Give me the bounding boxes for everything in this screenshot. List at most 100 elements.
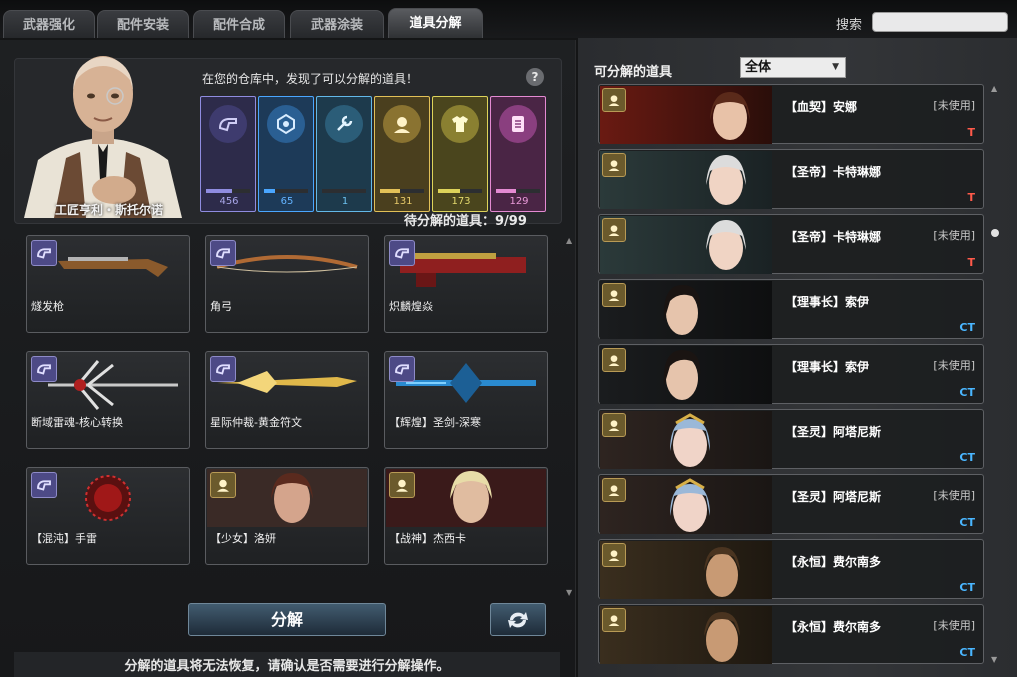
row-team: T (967, 191, 975, 204)
person-icon (602, 88, 626, 112)
stat-bar (206, 189, 250, 193)
document-icon (499, 105, 537, 143)
row-name: 【血契】安娜 (785, 100, 858, 114)
pending-item[interactable]: 燧发枪 (26, 235, 190, 333)
pending-item[interactable]: 角弓 (205, 235, 369, 333)
person-icon (602, 543, 626, 567)
row-name: 【永恒】费尔南多 (785, 620, 882, 634)
decomposable-row[interactable]: 【理事长】索伊 [未使用] CT (598, 344, 984, 404)
tab-item-decompose[interactable]: 道具分解 (388, 8, 483, 38)
row-team: T (967, 256, 975, 269)
row-status: [未使用] (933, 619, 975, 632)
decomposable-row[interactable]: 【理事长】索伊 CT (598, 279, 984, 339)
stat-value: 131 (393, 196, 413, 207)
tab-weapon-enhance[interactable]: 武器强化 (3, 10, 95, 38)
pending-item[interactable]: 【混沌】手雷 (26, 467, 190, 565)
scroll-down-icon[interactable]: ▼ (566, 588, 572, 597)
stat-value: 1 (341, 196, 349, 207)
stat-person: 131 (374, 96, 430, 212)
refresh-icon (508, 611, 528, 628)
decompose-button[interactable]: 分解 (188, 603, 386, 636)
item-label: 【辉煌】圣剑-深寒 (389, 416, 481, 429)
pending-item[interactable]: 断域雷魂-核心转换 (26, 351, 190, 449)
warning-text: 分解的道具将无法恢复，请确认是否需要进行分解操作。 (14, 652, 560, 677)
stat-bar (496, 189, 540, 193)
stat-bar (264, 189, 308, 193)
person-icon (210, 472, 236, 498)
decomposable-row[interactable]: 【圣帝】卡特琳娜 T (598, 149, 984, 209)
search-label: 搜索 (836, 18, 863, 33)
item-label: 炽麟煌焱 (389, 300, 433, 313)
scroll-up-icon[interactable]: ▲ (991, 84, 997, 93)
filter-select[interactable]: 全体 ▼ (740, 57, 846, 78)
stat-pistol: 456 (200, 96, 256, 212)
row-name: 【理事长】索伊 (785, 295, 870, 309)
item-label: 【战神】杰西卡 (389, 532, 466, 545)
row-name: 【永恒】费尔南多 (785, 555, 882, 569)
decomposable-row[interactable]: 【圣灵】阿塔尼斯 CT (598, 409, 984, 469)
npc-name: 工匠亨利・斯托尔诺 (54, 203, 163, 217)
gear-badge-icon (267, 105, 305, 143)
pistol-icon (31, 356, 57, 382)
person-icon (602, 413, 626, 437)
row-name: 【圣灵】阿塔尼斯 (785, 490, 882, 504)
stat-bar (438, 189, 482, 193)
stat-gear-badge: 65 (258, 96, 314, 212)
row-status: [未使用] (933, 229, 975, 242)
person-icon (389, 472, 415, 498)
pending-item[interactable]: 【少女】洛妍 (205, 467, 369, 565)
scroll-down-icon[interactable]: ▼ (991, 655, 997, 664)
person-icon (383, 105, 421, 143)
stat-value: 65 (280, 196, 294, 207)
person-icon (602, 283, 626, 307)
shirt-icon (441, 105, 479, 143)
decomposable-title: 可分解的道具 (594, 65, 673, 80)
decomposable-row[interactable]: 【圣灵】阿塔尼斯 [未使用] CT (598, 474, 984, 534)
stat-shirt: 173 (432, 96, 488, 212)
tab-accessory-install[interactable]: 配件安装 (97, 10, 189, 38)
refresh-button[interactable] (490, 603, 546, 636)
search-input[interactable] (872, 12, 1008, 32)
pistol-icon (389, 356, 415, 382)
row-team: CT (959, 386, 975, 399)
row-team: T (967, 126, 975, 139)
row-name: 【圣灵】阿塔尼斯 (785, 425, 882, 439)
row-name: 【理事长】索伊 (785, 360, 870, 374)
row-status: [未使用] (933, 359, 975, 372)
pending-item[interactable]: 【战神】杰西卡 (384, 467, 548, 565)
pending-item[interactable]: 【辉煌】圣剑-深寒 (384, 351, 548, 449)
pistol-icon (31, 240, 57, 266)
pending-count: 待分解的道具：9/99 (404, 214, 527, 229)
left-panel: 工匠亨利・斯托尔诺 在您的仓库中，发现了可以分解的道具！ ? 456 65 1 … (0, 40, 576, 677)
found-text: 在您的仓库中，发现了可以分解的道具！ (202, 72, 419, 86)
item-label: 燧发枪 (31, 300, 64, 313)
stat-wrench: 1 (316, 96, 372, 212)
stat-value: 456 (219, 196, 239, 207)
row-team: CT (959, 516, 975, 529)
tab-weapon-paint[interactable]: 武器涂装 (290, 10, 384, 38)
stat-bar (380, 189, 424, 193)
pending-item[interactable]: 星际仲裁-黄金符文 (205, 351, 369, 449)
item-label: 【混沌】手雷 (31, 532, 97, 545)
item-label: 断域雷魂-核心转换 (31, 416, 123, 429)
help-icon[interactable]: ? (526, 68, 544, 86)
decomposable-row[interactable]: 【血契】安娜 [未使用] T (598, 84, 984, 144)
pistol-icon (210, 240, 236, 266)
pistol-icon (209, 105, 247, 143)
row-team: CT (959, 646, 975, 659)
decomposable-row[interactable]: 【永恒】费尔南多 [未使用] CT (598, 604, 984, 664)
pistol-icon (210, 356, 236, 382)
row-status: [未使用] (933, 489, 975, 502)
decomposable-row[interactable]: 【永恒】费尔南多 CT (598, 539, 984, 599)
scrollbar-thumb[interactable] (991, 229, 999, 237)
decomposable-row[interactable]: 【圣帝】卡特琳娜 [未使用] T (598, 214, 984, 274)
pistol-icon (389, 240, 415, 266)
scroll-up-icon[interactable]: ▲ (566, 236, 572, 245)
person-icon (602, 478, 626, 502)
tab-bar: 武器强化 配件安装 配件合成 武器涂装 道具分解 搜索 (0, 0, 1017, 38)
tab-accessory-synth[interactable]: 配件合成 (193, 10, 285, 38)
person-icon (602, 608, 626, 632)
person-icon (602, 153, 626, 177)
pending-item[interactable]: 炽麟煌焱 (384, 235, 548, 333)
npc-portrait (14, 40, 192, 218)
